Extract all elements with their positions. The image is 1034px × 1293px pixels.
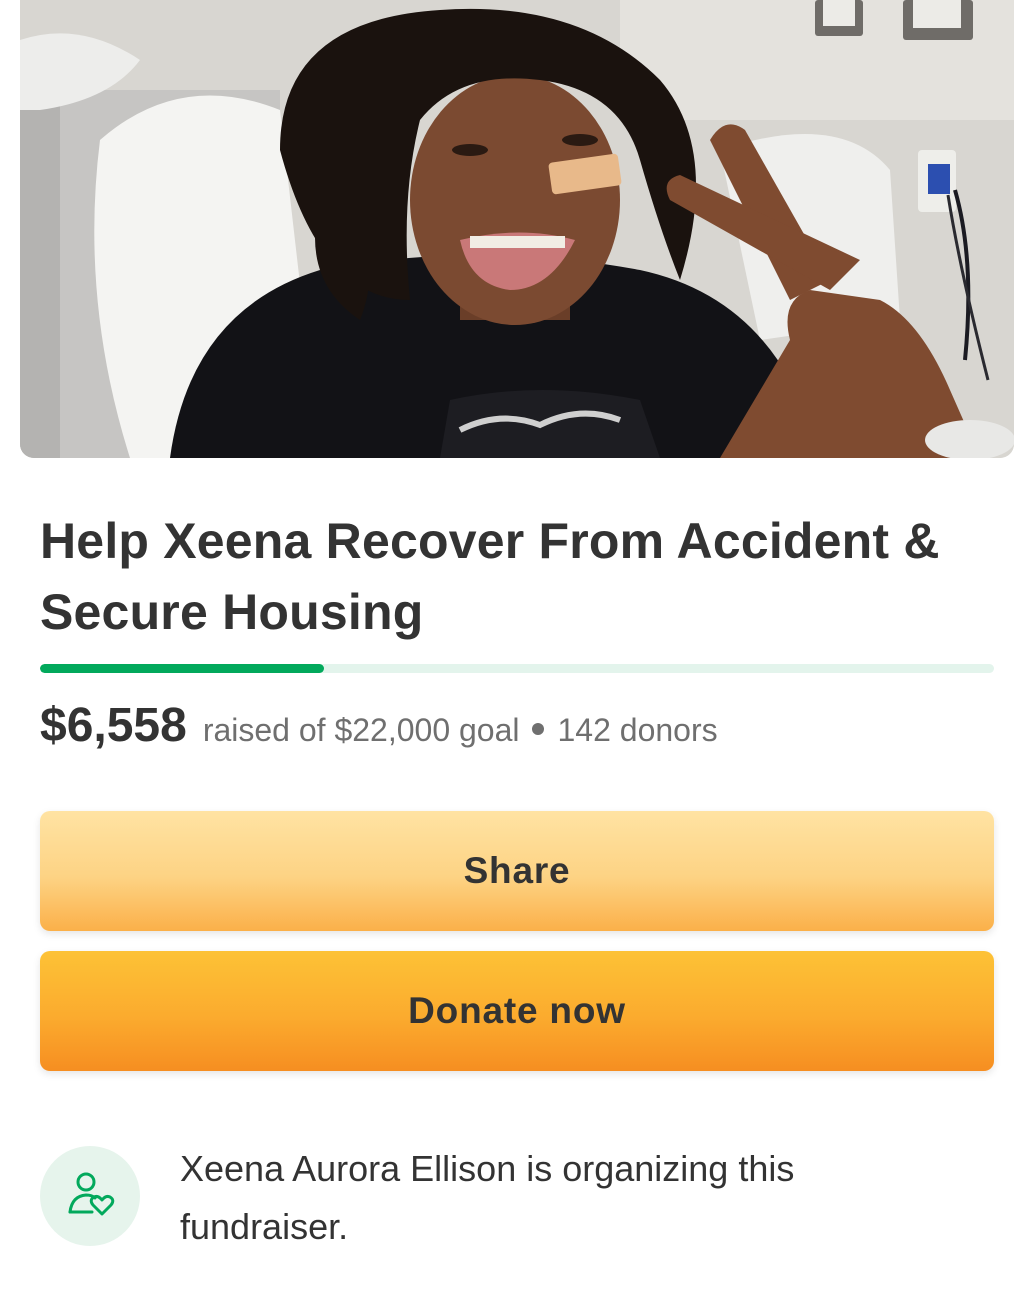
campaign-title: Help Xeena Recover From Accident & Secur… (40, 513, 940, 640)
separator-dot (531, 723, 544, 735)
donor-count: 142 donors (557, 712, 718, 748)
goal-text: raised of $22,000 goal (202, 712, 520, 748)
fundraiser-page: Help Xeena Recover From Accident & Secur… (0, 0, 1034, 1293)
share-button[interactable]: Share (40, 811, 994, 931)
hero-photo (20, 0, 1014, 458)
organizer-text: Xeena Aurora Ellison is organizing this … (180, 1148, 795, 1247)
raised-amount: $6,558 (40, 699, 187, 752)
progress-bar-fill (40, 664, 325, 673)
funding-stats: $6,558 raised of $22,000 goal 142 donors (40, 698, 718, 758)
progress-bar (40, 664, 994, 673)
organizer-heart-icon (40, 1146, 140, 1246)
organizer-section: Xeena Aurora Ellison is organizing this … (40, 1140, 1000, 1260)
donate-now-button[interactable]: Donate now (40, 951, 994, 1071)
